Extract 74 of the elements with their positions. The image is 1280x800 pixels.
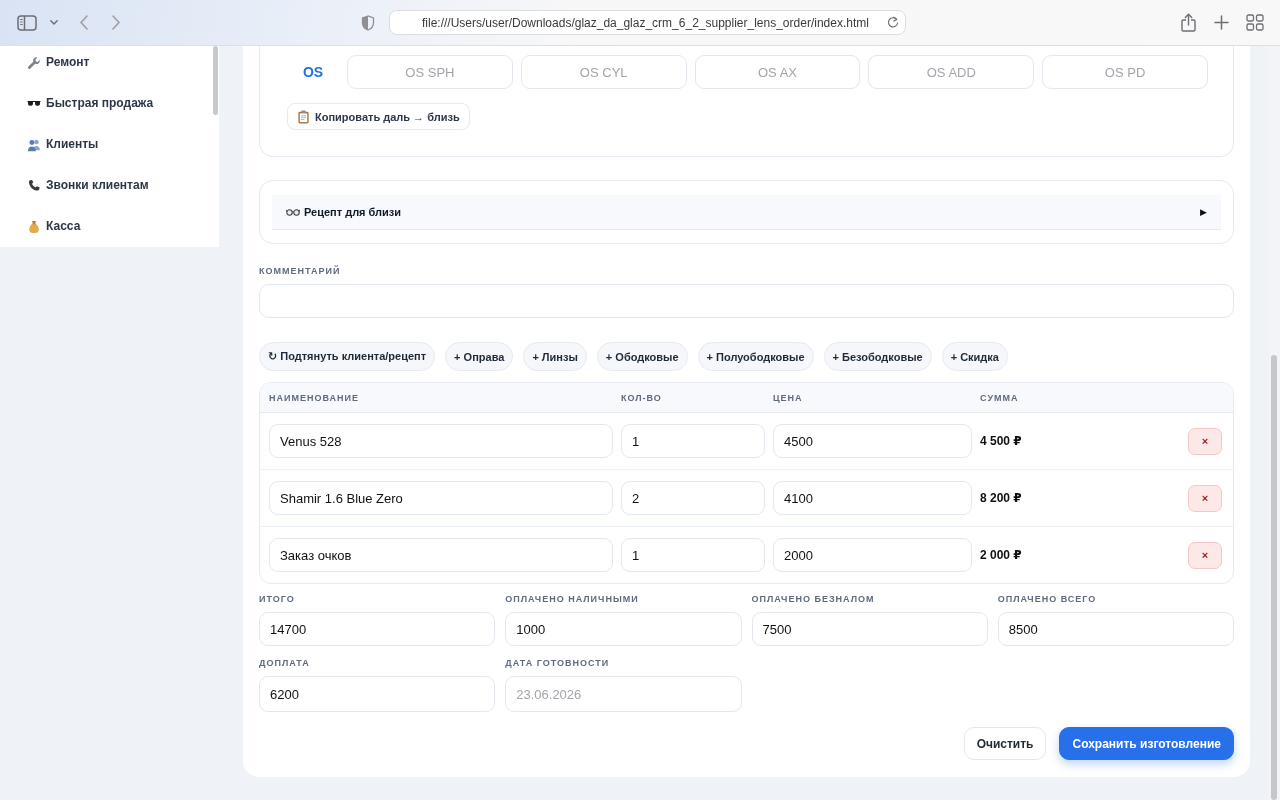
prescription-field[interactable]: OS AX <box>694 55 861 89</box>
field-label: ДОПЛАТА <box>259 658 311 669</box>
date-field[interactable]: 23.06.2026 <box>505 676 742 712</box>
clear-button[interactable]: Очистить <box>963 727 1047 760</box>
quick-action-button[interactable]: + Полуободковые <box>697 342 814 371</box>
price-field[interactable]: 2000 <box>773 538 972 572</box>
column-header: НАИМЕНОВАНИЕ <box>269 392 360 403</box>
address-field[interactable]: file:///Users/user/Downloads/glaz_da_glaz_crm_6_2_supplier_lens_order/index.html <box>389 10 906 35</box>
price-field[interactable]: 4500 <box>773 424 972 458</box>
column-header: ЦЕНА <box>773 392 804 403</box>
comment-field[interactable] <box>259 284 1234 318</box>
wrench-icon <box>27 55 41 70</box>
sidebar-item[interactable]: Касса <box>0 210 213 243</box>
quick-action-button[interactable]: + Оправа <box>445 342 514 371</box>
field-label: ОПЛАЧЕНО ВСЕГО <box>997 594 1098 605</box>
amount-field[interactable]: 14700 <box>259 612 496 646</box>
clipboard-icon <box>297 109 310 124</box>
field-label: ОПЛАЧЕНО БЕЗНАЛОМ <box>751 594 876 605</box>
field-label: ОПЛАЧЕНО НАЛИЧНЫМИ <box>505 594 640 605</box>
field-label: КОММЕНТАРИЙ <box>259 266 342 277</box>
share-icon[interactable] <box>1181 13 1196 32</box>
grid-icon[interactable] <box>1246 14 1264 31</box>
name-field[interactable]: Venus 528 <box>269 424 613 458</box>
reload-icon[interactable] <box>887 16 899 29</box>
prescription-field[interactable]: OS CYL <box>520 55 687 89</box>
money-bag-icon <box>27 219 41 234</box>
price-field[interactable]: 4100 <box>773 481 972 515</box>
field-label: ДАТА ГОТОВНОСТИ <box>505 658 611 669</box>
save-button[interactable]: Сохранить изготовление <box>1059 727 1234 760</box>
scrollbar-thumb[interactable] <box>213 46 218 115</box>
sidebar-item[interactable]: Звонки клиентам <box>0 169 213 202</box>
back-icon[interactable] <box>80 15 88 30</box>
quantity-field[interactable]: 1 <box>621 424 765 458</box>
row-sum: 4 500 ₽ <box>980 434 1023 448</box>
amount-field[interactable]: 1000 <box>505 612 742 646</box>
quantity-field[interactable]: 2 <box>621 481 765 515</box>
amount-field[interactable]: 6200 <box>259 676 496 712</box>
quantity-field[interactable]: 1 <box>621 538 765 572</box>
quick-action-button[interactable]: ↻ Подтянуть клиента/рецепт <box>259 342 436 371</box>
remove-button[interactable]: × <box>1188 541 1222 569</box>
prescription-field[interactable]: OS PD <box>1042 55 1208 89</box>
forward-icon[interactable] <box>112 15 120 30</box>
plus-icon[interactable] <box>1214 15 1229 30</box>
row-sum: 8 200 ₽ <box>980 491 1023 505</box>
quick-action-button[interactable]: + Линзы <box>523 342 587 371</box>
disclosure-arrow: ▶ <box>1200 207 1207 217</box>
glasses-icon <box>286 207 300 217</box>
phone-icon <box>27 178 41 193</box>
quick-action-button[interactable]: + Безободковые <box>823 342 932 371</box>
quick-action-button[interactable]: + Ободковые <box>596 342 688 371</box>
column-header: КОЛ-ВО <box>621 392 663 403</box>
quick-action-button[interactable]: + Скидка <box>941 342 1008 371</box>
amount-field[interactable]: 8500 <box>997 612 1234 646</box>
section-toggle[interactable]: Рецепт для близи ▶ <box>272 195 1221 230</box>
column-header: СУММА <box>980 392 1020 403</box>
name-field[interactable]: Заказ очков <box>269 538 613 572</box>
name-field[interactable]: Shamir 1.6 Blue Zero <box>269 481 613 515</box>
scrollbar-thumb[interactable] <box>1271 355 1277 800</box>
amount-field[interactable]: 7500 <box>751 612 988 646</box>
sidebar-toggle-icon[interactable] <box>17 14 37 31</box>
prescription-field[interactable]: OS ADD <box>868 55 1035 89</box>
eye-label: OS <box>301 64 325 80</box>
shield-icon[interactable] <box>361 14 375 31</box>
chevron-down-icon[interactable] <box>50 20 58 25</box>
sidebar-item[interactable]: Клиенты <box>0 128 213 161</box>
remove-button[interactable]: × <box>1188 427 1222 455</box>
copy-button[interactable]: Копировать даль → близь <box>287 103 470 130</box>
prescription-field[interactable]: OS SPH <box>347 55 513 89</box>
sidebar-item[interactable]: Быстрая продажа <box>0 87 213 120</box>
remove-button[interactable]: × <box>1188 484 1222 512</box>
people-icon <box>27 137 41 152</box>
row-sum: 2 000 ₽ <box>980 548 1023 562</box>
sidebar-item[interactable]: Ремонт <box>0 46 213 79</box>
field-label: ИТОГО <box>259 594 296 605</box>
